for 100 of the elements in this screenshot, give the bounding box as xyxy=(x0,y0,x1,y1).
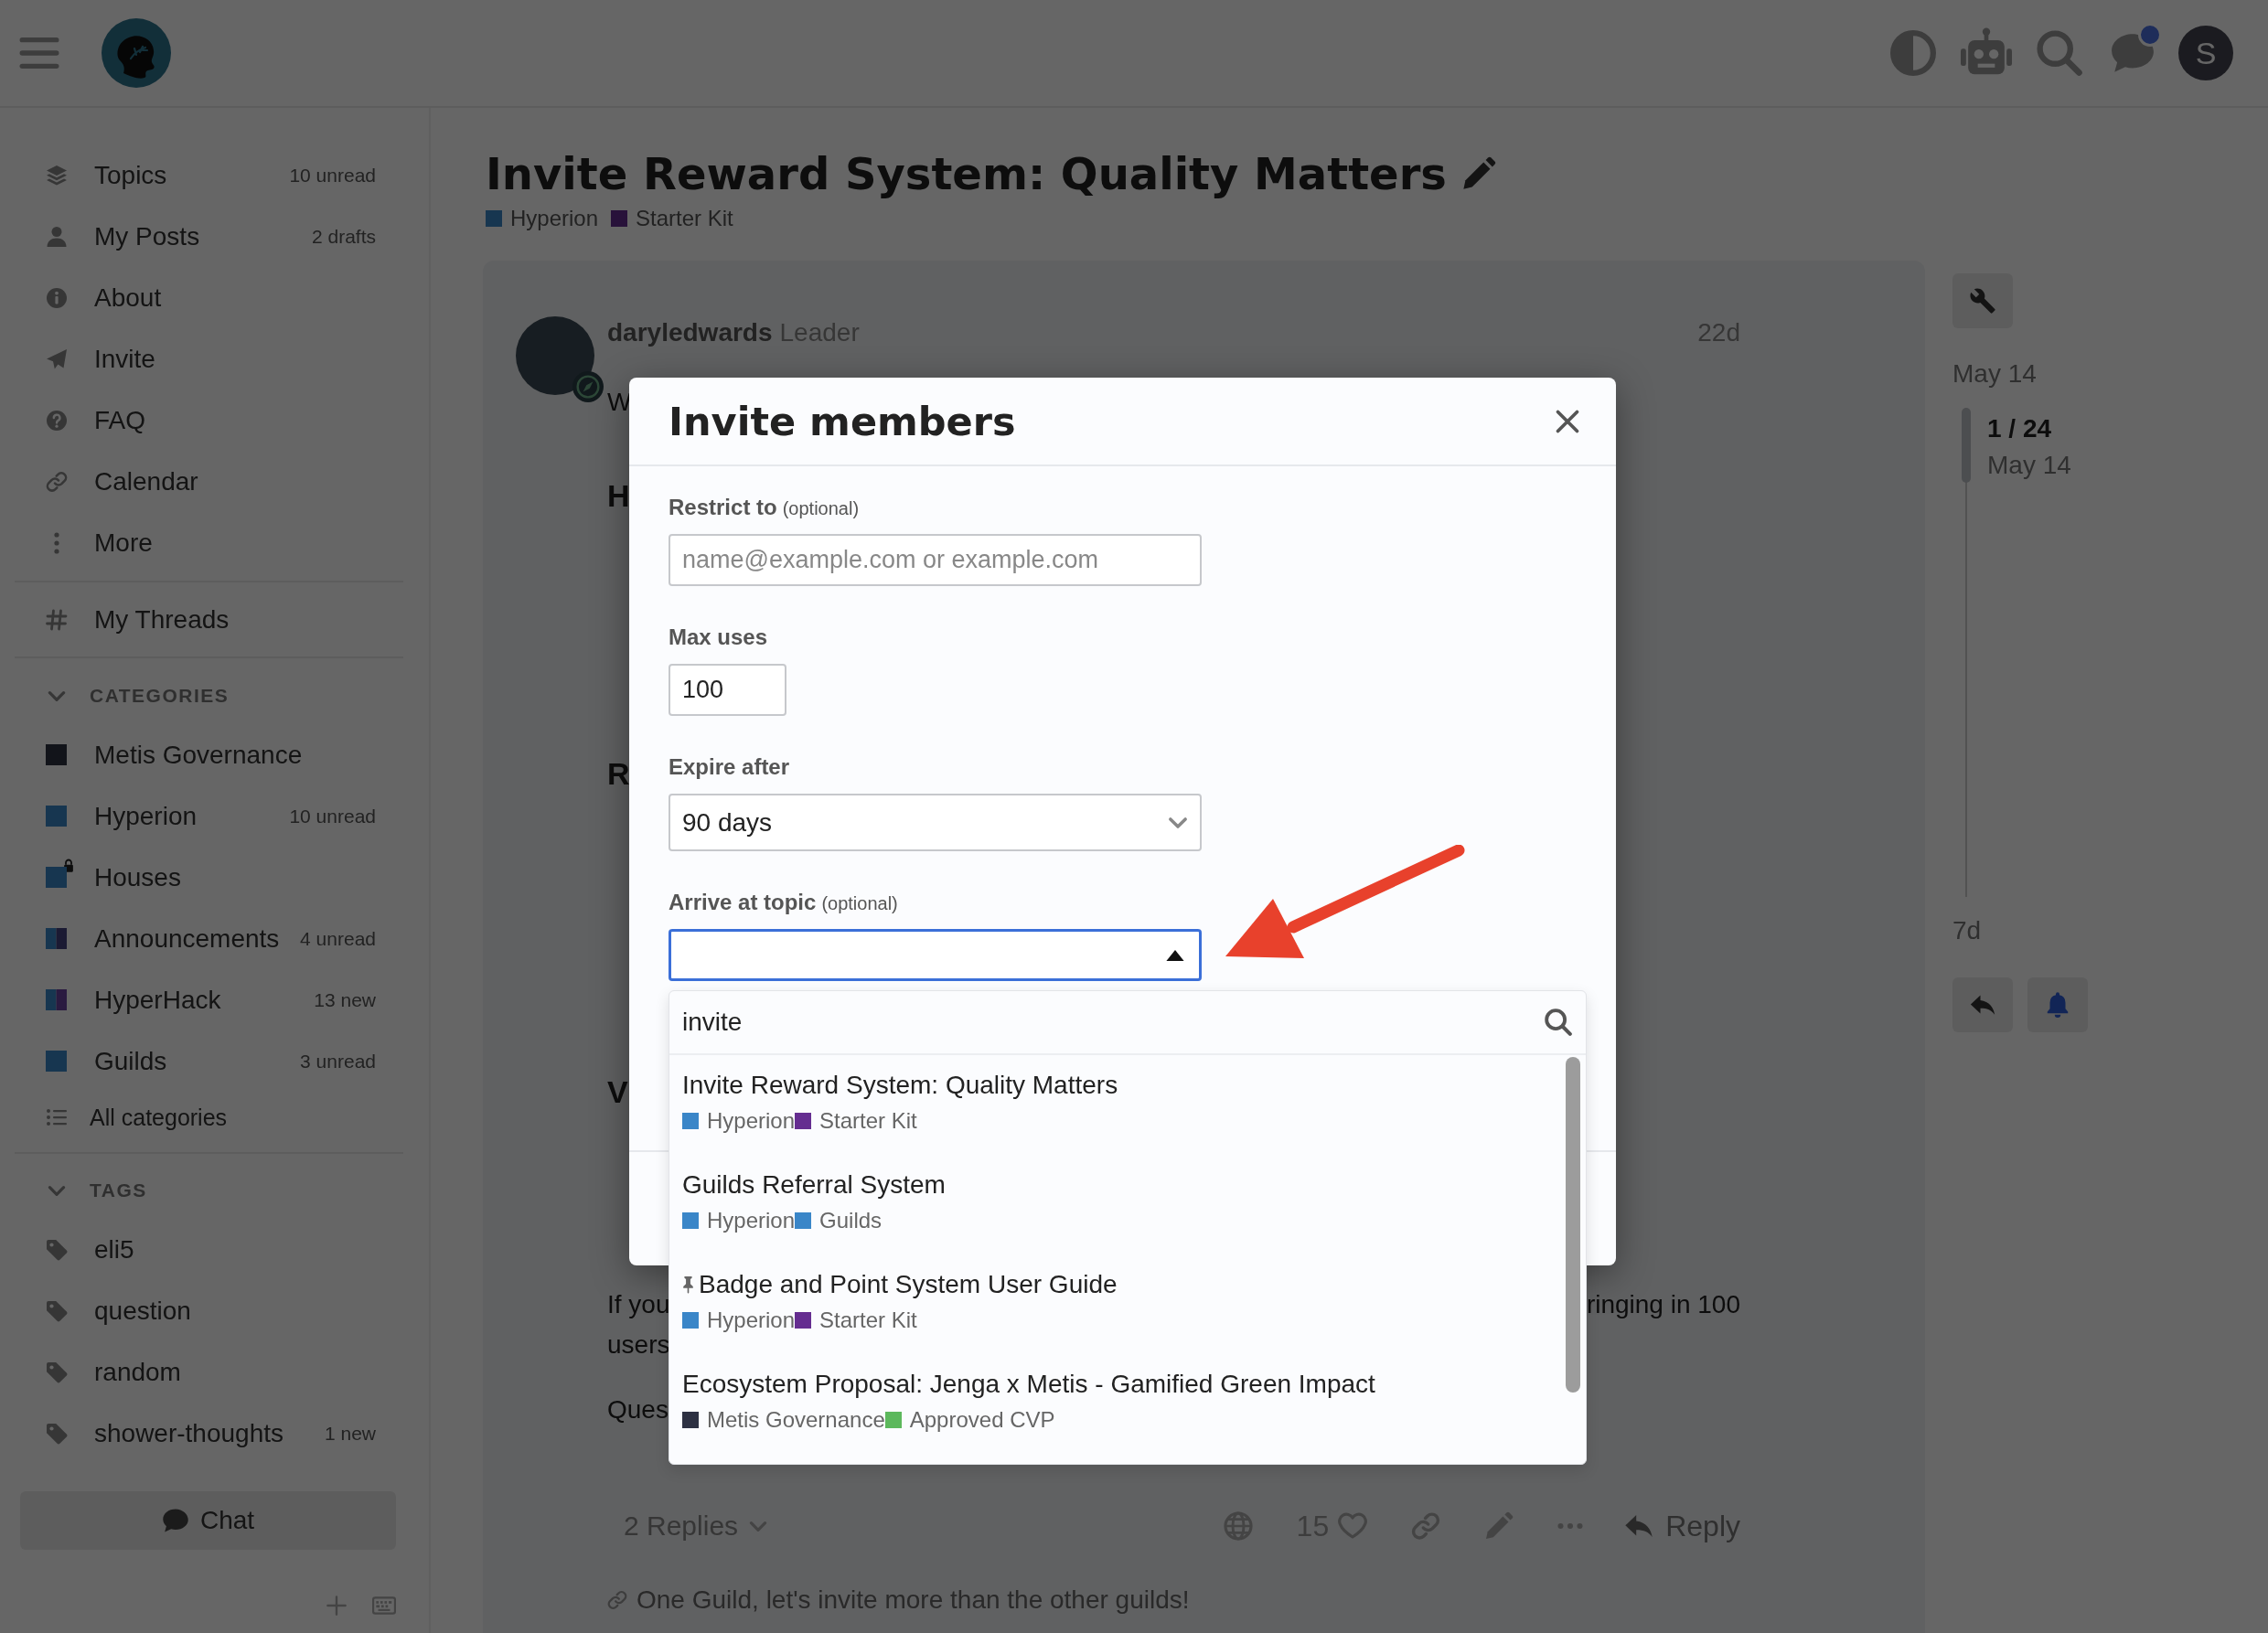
category-link[interactable]: Announcements 4 unread xyxy=(0,908,429,969)
user-avatar[interactable]: S xyxy=(2178,26,2233,80)
restrict-input[interactable]: name@example.com or example.com xyxy=(669,534,1202,586)
search-icon[interactable] xyxy=(2037,30,2082,76)
dialog-title: Invite members xyxy=(669,398,1016,444)
sidebar-link[interactable]: Calendar xyxy=(0,451,429,512)
admin-button[interactable] xyxy=(1952,273,2013,328)
category-label: Guilds xyxy=(819,1207,883,1234)
post-text: Ques xyxy=(607,1394,669,1425)
optional-note: (optional) xyxy=(782,498,860,519)
link-icon xyxy=(46,470,68,493)
item-count: 13 new xyxy=(314,988,376,1011)
item-count: 10 unread xyxy=(289,164,376,187)
tag-link[interactable]: eli5 xyxy=(0,1219,429,1280)
category-label: Hyperion xyxy=(707,1307,796,1334)
timeline-position: 1 / 24 xyxy=(1987,413,2053,444)
category-label: Starter Kit xyxy=(819,1107,917,1135)
field-label: Max uses xyxy=(669,624,768,650)
category-label: Hyperion xyxy=(707,1207,796,1234)
menu-icon[interactable] xyxy=(19,37,59,69)
question-icon xyxy=(46,409,68,432)
link-icon[interactable] xyxy=(1411,1511,1441,1541)
sidebar-link[interactable]: All categories xyxy=(0,1092,429,1143)
category-link[interactable]: Starter Kit xyxy=(611,205,733,232)
category-link[interactable]: Hyperion xyxy=(486,205,599,232)
chat-button[interactable]: Chat xyxy=(20,1491,396,1550)
close-icon[interactable] xyxy=(1555,408,1580,434)
vertical-dots-icon xyxy=(54,531,59,554)
hashtag-icon xyxy=(46,608,68,631)
tag-link[interactable]: shower-thoughts 1 new xyxy=(0,1403,429,1464)
reply-icon xyxy=(1623,1513,1655,1539)
tag-icon xyxy=(46,1361,68,1383)
post-heading-text: R xyxy=(607,755,630,793)
sidebar-link[interactable]: About xyxy=(0,267,429,328)
category-link[interactable]: Houses xyxy=(0,847,429,908)
sidebar-link[interactable]: My Threads xyxy=(0,589,429,650)
globe-icon[interactable] xyxy=(1223,1511,1253,1541)
scrollbar[interactable] xyxy=(1566,1057,1580,1393)
item-count: 10 unread xyxy=(289,805,376,827)
optional-note: (optional) xyxy=(821,893,898,914)
item-count: 4 unread xyxy=(300,927,376,950)
reply-button[interactable] xyxy=(1952,977,2013,1032)
layers-icon xyxy=(46,164,68,187)
item-count: 2 drafts xyxy=(311,225,376,248)
expire-select[interactable]: 90 days xyxy=(669,794,1202,851)
sidebar-link[interactable]: More xyxy=(0,512,429,573)
filter-input[interactable]: invite xyxy=(682,1004,1545,1041)
category-link[interactable]: Hyperion 10 unread xyxy=(0,785,429,847)
linked-topic-link[interactable]: One Guild, let's invite more than the other guilds! xyxy=(637,1585,1190,1615)
link-icon xyxy=(607,1590,627,1610)
pencil-icon[interactable] xyxy=(1460,156,1496,191)
chevron-down-icon xyxy=(1168,816,1188,829)
logo-icon[interactable] xyxy=(102,18,171,88)
tag-icon xyxy=(46,1422,68,1445)
sidebar-link[interactable]: Topics 10 unread xyxy=(0,144,429,206)
list-icon xyxy=(46,1106,68,1128)
category-link[interactable]: HyperHack 13 new xyxy=(0,969,429,1030)
tag-link[interactable]: question xyxy=(0,1280,429,1341)
topic-title: Invite Reward System: Quality Matters xyxy=(486,147,1447,200)
field-label: Restrict to xyxy=(669,495,777,520)
topic-select[interactable] xyxy=(669,929,1202,981)
timeline-handle[interactable] xyxy=(1962,408,1971,483)
category-link[interactable]: Guilds 3 unread xyxy=(0,1030,429,1092)
username[interactable]: daryledwards xyxy=(607,318,773,347)
topic-option[interactable]: Badge and Point System User Guide Hyperion Starter Kit xyxy=(669,1254,1566,1354)
flair-badge-icon xyxy=(572,371,604,402)
caret-up-icon xyxy=(1166,949,1184,961)
field-label: Arrive at topic xyxy=(669,890,817,915)
wrench-icon xyxy=(1969,287,1996,315)
sidebar-link[interactable]: My Posts 2 drafts xyxy=(0,206,429,267)
post-text: users xyxy=(607,1329,670,1361)
category-label: Metis Governance xyxy=(707,1406,885,1434)
heart-icon[interactable] xyxy=(1338,1511,1368,1541)
category-label: Approved CVP xyxy=(909,1406,1055,1434)
post-heading-text: H xyxy=(607,477,630,515)
tag-icon xyxy=(46,1299,68,1322)
pencil-icon[interactable] xyxy=(1484,1511,1514,1541)
topic-option[interactable]: Guilds Referral System Hyperion Guilds xyxy=(669,1155,1566,1254)
more-icon[interactable] xyxy=(1557,1522,1584,1530)
post-text: If you xyxy=(607,1289,670,1320)
user-icon xyxy=(46,225,68,248)
max-uses-input[interactable]: 100 xyxy=(669,664,786,716)
item-count: 3 unread xyxy=(300,1050,376,1073)
sidebar-link[interactable]: Invite xyxy=(0,328,429,390)
contrast-icon[interactable] xyxy=(1890,30,1936,76)
sidebar-link[interactable]: FAQ xyxy=(0,390,429,451)
category-label: Starter Kit xyxy=(819,1307,917,1334)
category-link[interactable]: Metis Governance xyxy=(0,724,429,785)
paper-plane-icon xyxy=(46,347,68,370)
item-count: 1 new xyxy=(324,1422,376,1445)
category-label: Hyperion xyxy=(707,1107,796,1135)
tag-link[interactable]: random xyxy=(0,1341,429,1403)
post-text: ringing in 100 xyxy=(1586,1289,1740,1320)
chat-icon xyxy=(161,1507,189,1534)
notifications-button[interactable] xyxy=(2027,977,2088,1032)
topic-option[interactable]: Ecosystem Proposal: Jenga x Metis - Gamified Green Impact Metis Governance Approved CVP xyxy=(669,1354,1566,1454)
field-label: Expire after xyxy=(669,754,790,780)
topic-option[interactable]: Invite Reward System: Quality Matters Hyperion Starter Kit xyxy=(669,1055,1566,1155)
plus-icon[interactable] xyxy=(326,1596,347,1616)
keyboard-icon[interactable] xyxy=(372,1596,396,1615)
